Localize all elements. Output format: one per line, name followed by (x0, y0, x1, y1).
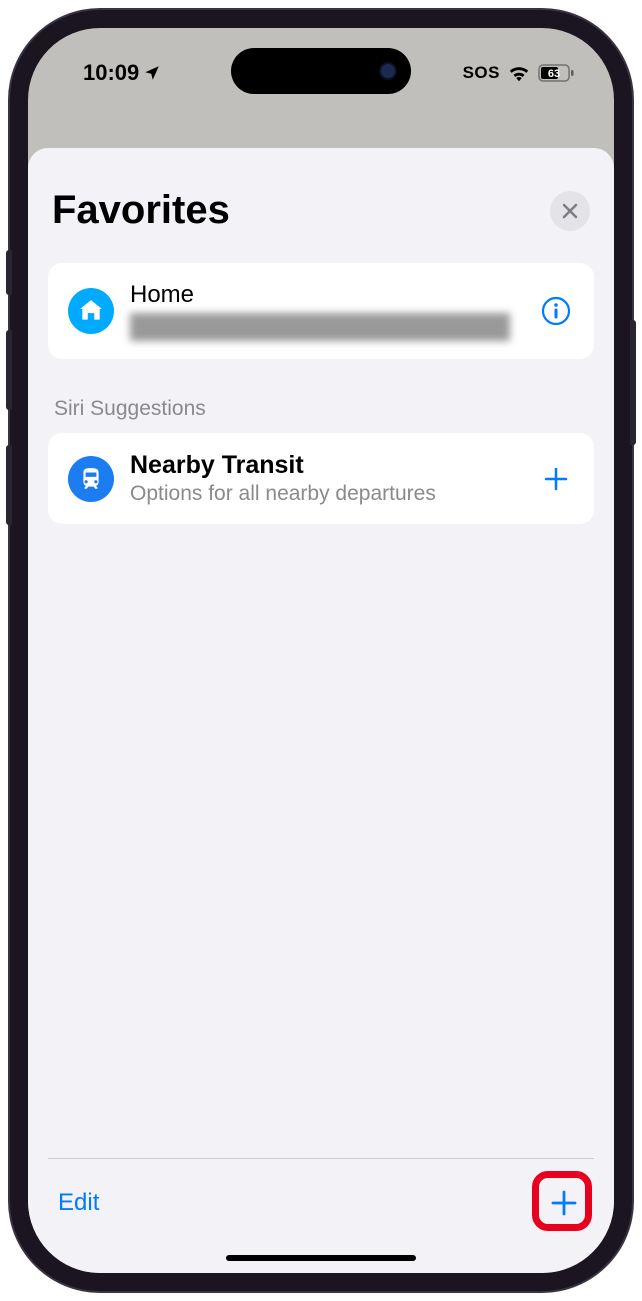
transit-title: Nearby Transit (130, 451, 522, 480)
location-icon (143, 64, 161, 82)
right-side-button (630, 320, 636, 445)
close-icon (562, 203, 578, 219)
svg-text:63: 63 (548, 68, 560, 80)
front-camera (379, 62, 397, 80)
transit-content: Nearby Transit Options for all nearby de… (130, 451, 522, 506)
left-side-buttons (6, 250, 12, 560)
transit-icon (68, 456, 114, 502)
phone-frame: 10:09 SOS 63 (10, 10, 632, 1291)
add-suggestion-button[interactable] (538, 461, 574, 497)
sos-indicator: SOS (463, 63, 500, 83)
siri-suggestions-header: Siri Suggestions (48, 365, 594, 433)
battery-icon: 63 (538, 64, 574, 82)
add-favorite-button[interactable] (544, 1183, 584, 1223)
sheet-header: Favorites (48, 188, 594, 233)
info-icon (541, 296, 571, 326)
info-button[interactable] (538, 293, 574, 329)
home-indicator[interactable] (226, 1255, 416, 1261)
plus-icon (549, 1188, 579, 1218)
favorite-home-title: Home (130, 281, 522, 309)
wifi-icon (508, 64, 530, 82)
plus-icon (543, 466, 569, 492)
home-icon (68, 288, 114, 334)
status-time: 10:09 (83, 60, 139, 86)
favorite-row-home[interactable]: Home (48, 263, 594, 359)
phone-screen: 10:09 SOS 63 (28, 28, 614, 1273)
dynamic-island (231, 48, 411, 94)
favorite-home-content: Home (130, 281, 522, 341)
close-button[interactable] (550, 191, 590, 231)
favorites-sheet: Favorites Home (28, 148, 614, 1273)
edit-button[interactable]: Edit (58, 1189, 99, 1217)
redacted-address (130, 313, 510, 341)
status-right: SOS 63 (463, 63, 574, 83)
page-title: Favorites (52, 188, 230, 233)
transit-subtitle: Options for all nearby departures (130, 482, 522, 506)
status-left: 10:09 (83, 60, 161, 86)
suggestion-row-transit[interactable]: Nearby Transit Options for all nearby de… (48, 433, 594, 524)
